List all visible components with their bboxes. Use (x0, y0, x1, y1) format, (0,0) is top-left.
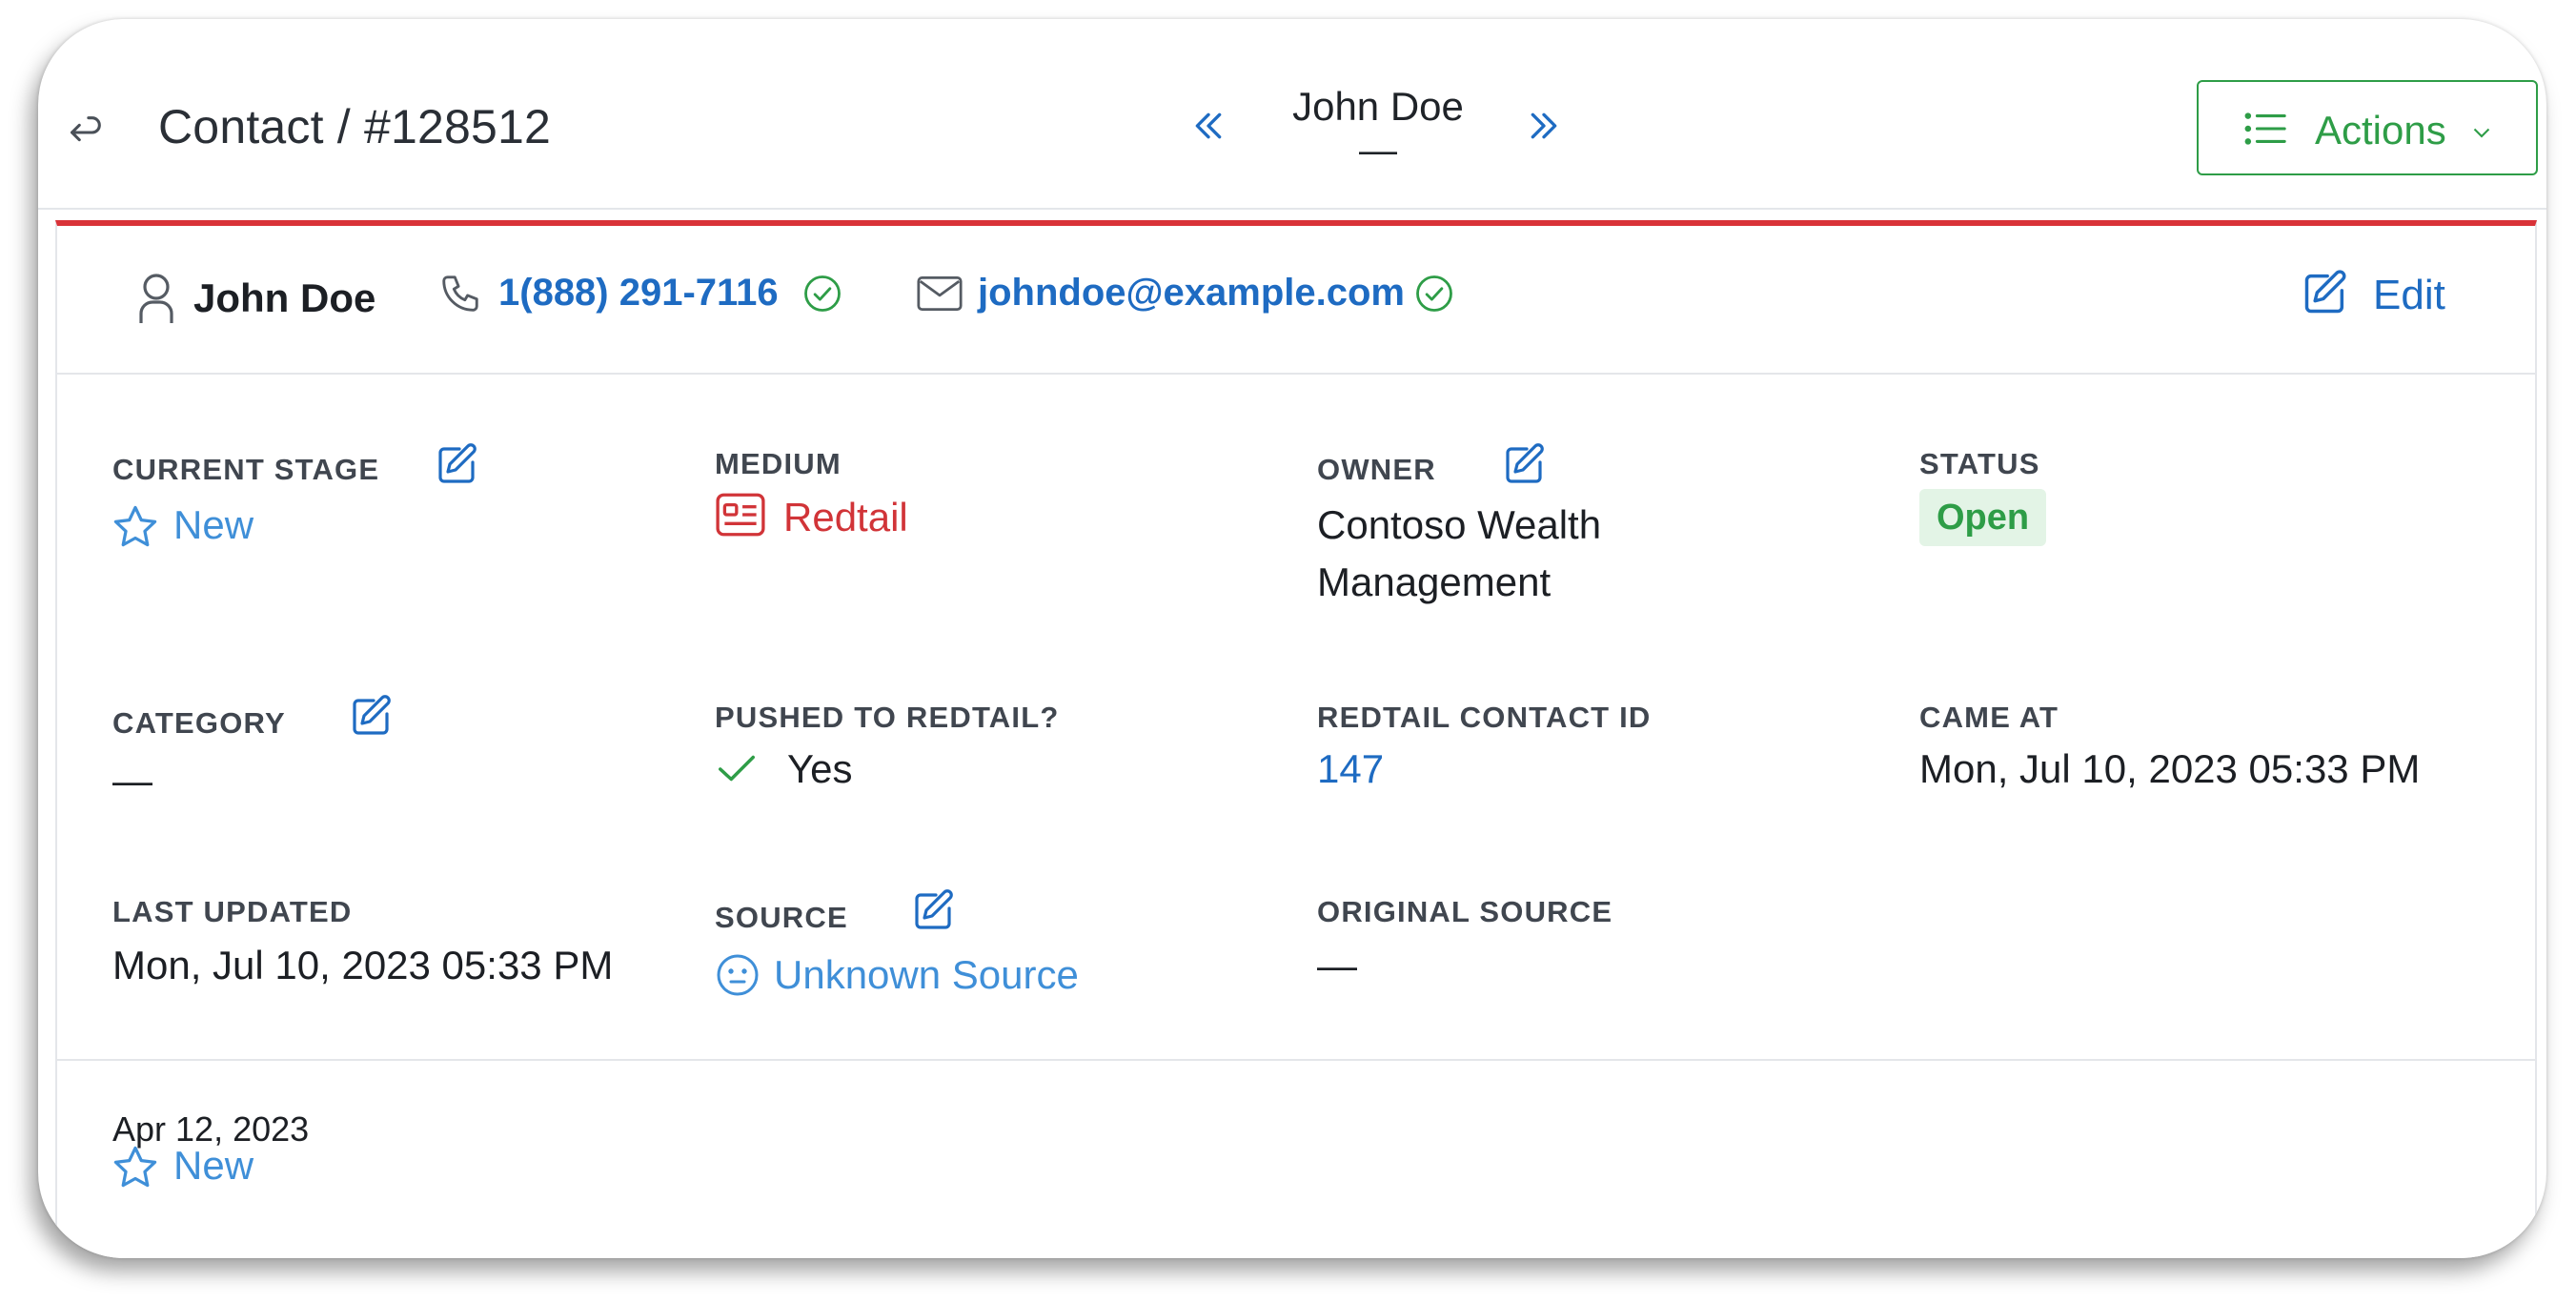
history-stage: New (173, 1143, 254, 1188)
category-label: CATEGORY (112, 706, 286, 740)
owner-value-line2: Management (1317, 559, 1552, 604)
list-icon (2244, 112, 2286, 145)
edit-stage-icon[interactable] (435, 441, 480, 487)
last-updated-value: Mon, Jul 10, 2023 05:33 PM (112, 943, 614, 987)
medium-value: Redtail (783, 495, 908, 539)
history-star-icon (113, 1146, 157, 1188)
contact-card-icon (716, 493, 765, 537)
source-label: SOURCE (715, 901, 848, 934)
phone-verified-icon (804, 275, 841, 312)
edit-category-icon[interactable] (349, 693, 395, 739)
owner-label: OWNER (1317, 453, 1436, 486)
contact-card: John Doe 1(888) 291-7116 johndoe@example… (55, 220, 2537, 1258)
unknown-source-icon (717, 954, 759, 996)
mail-icon (917, 276, 963, 311)
section-divider (57, 1059, 2535, 1061)
previous-record-icon[interactable] (1189, 107, 1227, 145)
owner-value-line1: Contoso Wealth (1317, 502, 1602, 547)
page-header: Contact / #128512 John Doe — Actions (38, 19, 2546, 210)
breadcrumb: Contact / #128512 (158, 100, 552, 153)
chevron-down-icon (2473, 128, 2490, 138)
redtail-contact-id-link[interactable]: 147 (1317, 741, 1384, 798)
next-record-icon[interactable] (1525, 107, 1563, 145)
medium-label: MEDIUM (715, 447, 842, 480)
original-source-label: ORIGINAL SOURCE (1317, 895, 1613, 928)
came-at-label: CAME AT (1919, 701, 2059, 734)
current-stage-label: CURRENT STAGE (112, 453, 380, 486)
record-subtitle: — (1359, 130, 1397, 172)
email-verified-icon (1416, 275, 1452, 312)
edit-icon (2304, 270, 2346, 314)
person-icon (139, 274, 173, 323)
checkmark-icon (719, 755, 755, 782)
current-stage-value[interactable]: New (173, 497, 254, 554)
source-value[interactable]: Unknown Source (774, 946, 1079, 1004)
phone-icon (442, 275, 478, 312)
edit-owner-icon[interactable] (1502, 441, 1548, 487)
pushed-to-redtail-label: PUSHED TO REDTAIL? (715, 701, 1060, 734)
original-source-value: — (1317, 943, 1357, 987)
status-label: STATUS (1919, 447, 2040, 480)
category-value: — (112, 758, 152, 803)
status-badge: Open (1919, 489, 2047, 546)
app-window: Contact / #128512 John Doe — Actions Joh (38, 19, 2546, 1258)
pushed-to-redtail-value: Yes (787, 746, 853, 791)
actions-label: Actions (2315, 108, 2446, 153)
came-at-value: Mon, Jul 10, 2023 05:33 PM (1919, 746, 2421, 791)
contact-summary-bar: John Doe 1(888) 291-7116 johndoe@example… (57, 226, 2535, 375)
record-name: John Doe (1292, 84, 1464, 129)
star-icon (113, 505, 157, 547)
contact-email-link[interactable]: johndoe@example.com (978, 272, 1405, 315)
back-arrow-icon[interactable] (63, 111, 107, 154)
contact-phone-link[interactable]: 1(888) 291-7116 (498, 272, 779, 315)
contact-name: John Doe (193, 275, 376, 320)
last-updated-label: LAST UPDATED (112, 895, 353, 928)
edit-source-icon[interactable] (911, 887, 957, 933)
actions-button[interactable]: Actions (2197, 80, 2538, 175)
edit-label: Edit (2373, 272, 2445, 318)
redtail-contact-id-label: REDTAIL CONTACT ID (1317, 701, 1652, 734)
